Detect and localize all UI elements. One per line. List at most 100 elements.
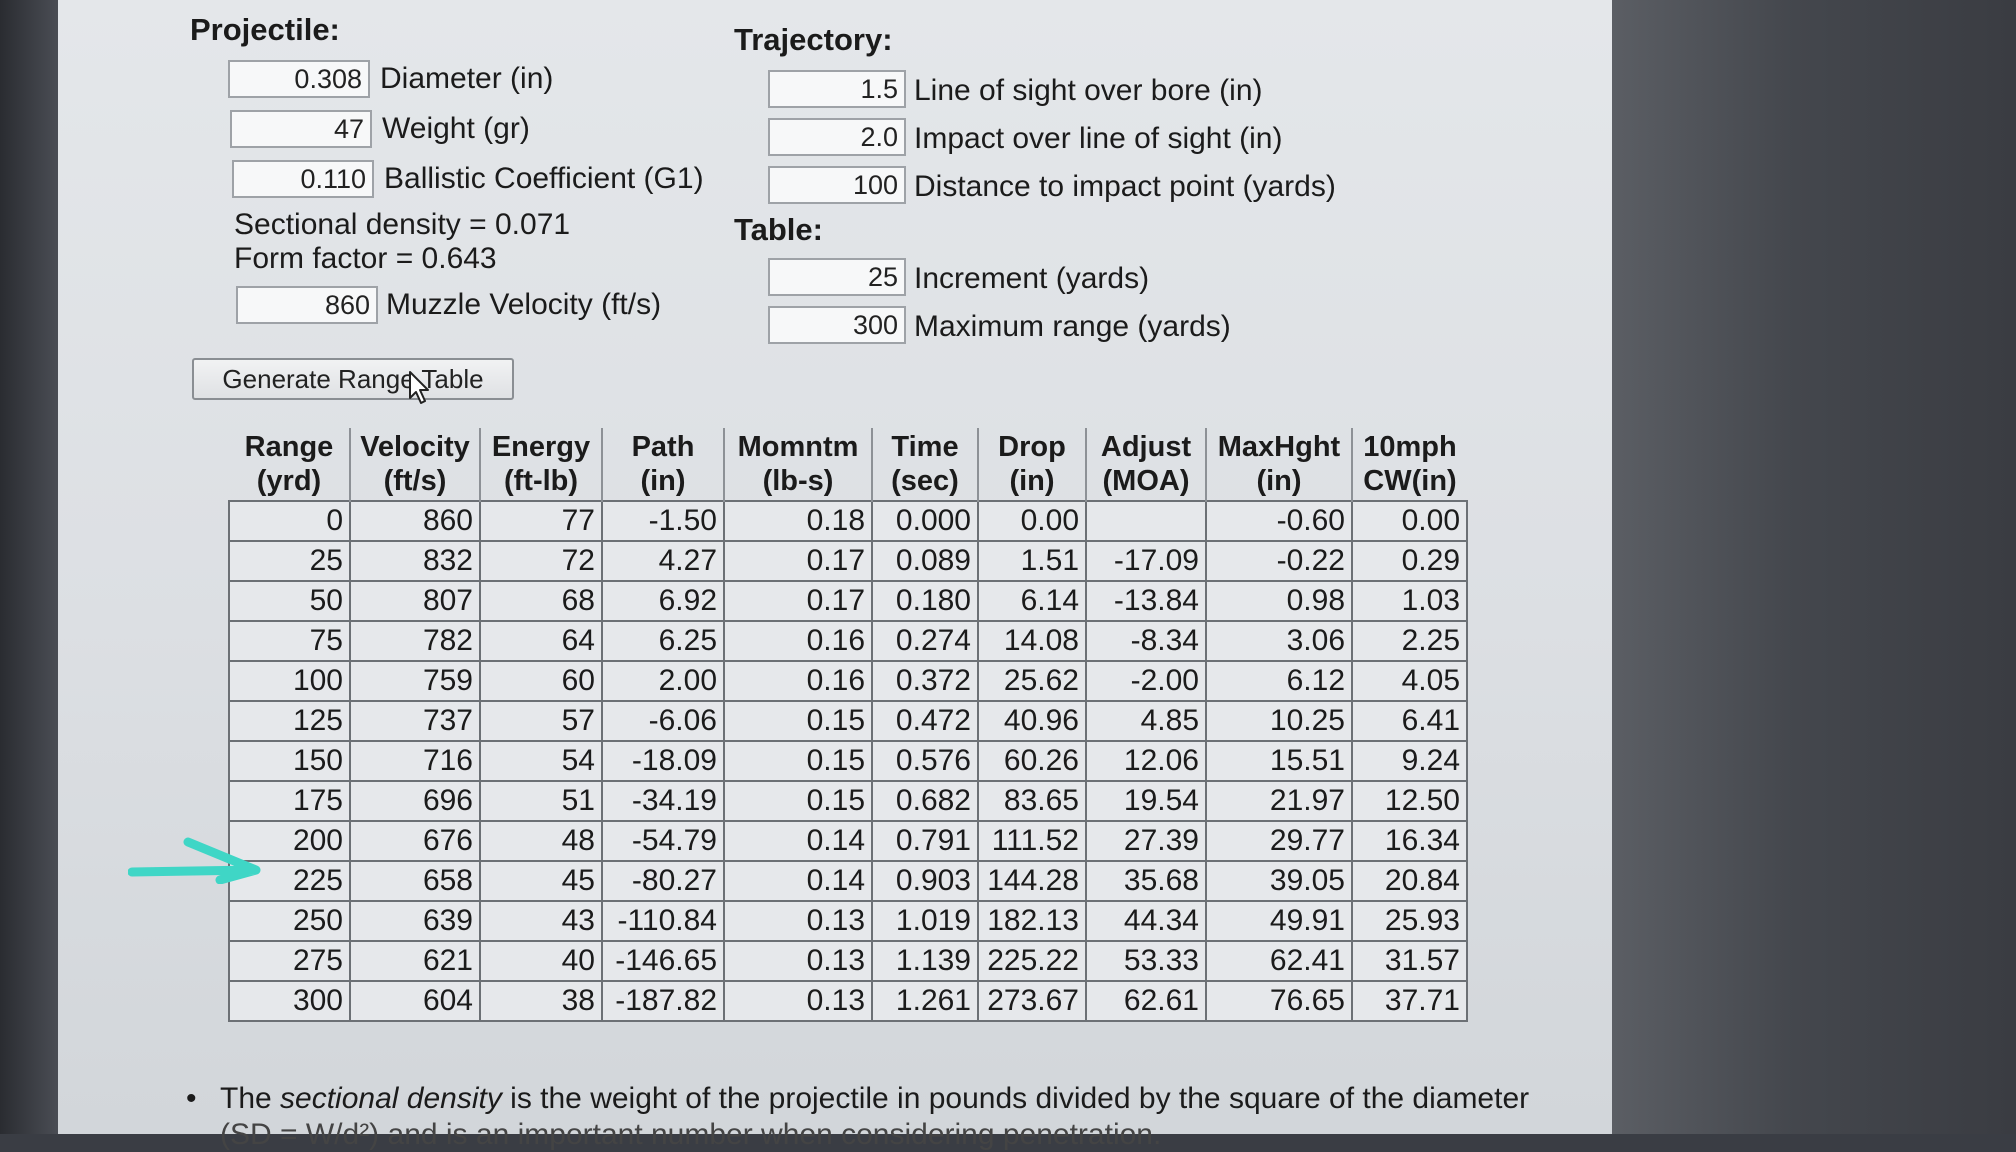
adjust-cell: 53.33 bbox=[1085, 940, 1207, 982]
arrow-annotation-icon bbox=[128, 837, 261, 884]
range-table: Range (yrd) Velocity (ft/s) Energy (ft-lb) … bbox=[228, 428, 1468, 1022]
table-row: 125 737 57 -6.06 0.15 0.472 40.96 4.85 10.25 6.41 bbox=[228, 700, 1468, 742]
path-cell: 6.25 bbox=[601, 620, 725, 662]
drop-cell: 14.08 bbox=[977, 620, 1087, 662]
energy-cell: 72 bbox=[479, 540, 603, 582]
sight-height-input[interactable]: 1.5 bbox=[768, 70, 906, 108]
drop-cell: 182.13 bbox=[977, 900, 1087, 942]
impact-input[interactable]: 2.0 bbox=[768, 118, 906, 156]
increment-input[interactable]: 25 bbox=[768, 258, 906, 296]
time-cell: 1.261 bbox=[871, 980, 979, 1022]
sectional-density-readout: Sectional density = 0.071 bbox=[234, 208, 571, 241]
max-height-cell: 76.65 bbox=[1205, 980, 1353, 1022]
generate-range-table-button[interactable]: Generate Range Table bbox=[192, 358, 514, 400]
time-cell: 0.180 bbox=[871, 580, 979, 622]
ballistic-coefficient-input[interactable]: 0.110 bbox=[232, 160, 374, 198]
energy-cell: 77 bbox=[479, 500, 603, 542]
adjust-cell: 44.34 bbox=[1085, 900, 1207, 942]
time-cell: 0.903 bbox=[871, 860, 979, 902]
max-height-cell: 49.91 bbox=[1205, 900, 1353, 942]
crosswind-cell: 1.03 bbox=[1351, 580, 1468, 622]
crosswind-cell: 0.29 bbox=[1351, 540, 1468, 582]
velocity-cell: 832 bbox=[349, 540, 481, 582]
drop-header: Drop (in) bbox=[977, 428, 1086, 501]
adjust-cell: 4.85 bbox=[1085, 700, 1207, 742]
path-cell: -6.06 bbox=[601, 700, 725, 742]
momentum-cell: 0.13 bbox=[723, 900, 873, 942]
table-heading: Table: bbox=[734, 212, 823, 247]
crosswind-cell: 12.50 bbox=[1351, 780, 1468, 822]
energy-cell: 64 bbox=[479, 620, 603, 662]
max-height-cell: 21.97 bbox=[1205, 780, 1353, 822]
sectional-density-note: • The sectional density is the weight of … bbox=[186, 1082, 1529, 1116]
crosswind-cell: 31.57 bbox=[1351, 940, 1468, 982]
muzzle-velocity-input[interactable]: 860 bbox=[236, 286, 378, 324]
time-cell: 0.372 bbox=[871, 660, 979, 702]
path-cell: -54.79 bbox=[601, 820, 725, 862]
bullet-point: • bbox=[186, 1082, 197, 1115]
table-row: 75 782 64 6.25 0.16 0.274 14.08 -8.34 3.06 2.25 bbox=[228, 620, 1468, 662]
max-height-cell: 3.06 bbox=[1205, 620, 1353, 662]
max-height-cell: 15.51 bbox=[1205, 740, 1353, 782]
path-header: Path (in) bbox=[601, 428, 724, 501]
range-cell: 150 bbox=[228, 740, 351, 782]
mouse-pointer-icon bbox=[409, 371, 429, 404]
adjust-cell: 62.61 bbox=[1085, 980, 1207, 1022]
max-range-input[interactable]: 300 bbox=[768, 306, 906, 344]
time-header: Time (sec) bbox=[871, 428, 978, 501]
adjust-cell: -8.34 bbox=[1085, 620, 1207, 662]
range-cell: 100 bbox=[228, 660, 351, 702]
range-cell: 25 bbox=[228, 540, 351, 582]
max-height-cell: 62.41 bbox=[1205, 940, 1353, 982]
drop-cell: 273.67 bbox=[977, 980, 1087, 1022]
path-cell: -1.50 bbox=[601, 500, 725, 542]
diameter-input[interactable]: 0.308 bbox=[228, 60, 370, 98]
energy-header: Energy (ft-lb) bbox=[479, 428, 602, 501]
table-row: 200 676 48 -54.79 0.14 0.791 111.52 27.39 29.77 1… bbox=[228, 820, 1468, 862]
crosswind-cell: 0.00 bbox=[1351, 500, 1468, 542]
monitor-bezel-left bbox=[0, 0, 58, 1134]
table-row: 275 621 40 -146.65 0.13 1.139 225.22 53.33 62.41… bbox=[228, 940, 1468, 982]
drop-cell: 111.52 bbox=[977, 820, 1087, 862]
velocity-header: Velocity (ft/s) bbox=[349, 428, 480, 501]
momentum-cell: 0.15 bbox=[723, 700, 873, 742]
drop-cell: 225.22 bbox=[977, 940, 1087, 982]
note-text-start: The bbox=[220, 1082, 281, 1115]
crosswind-cell: 20.84 bbox=[1351, 860, 1468, 902]
range-cell: 125 bbox=[228, 700, 351, 742]
range-cell: 275 bbox=[228, 940, 351, 982]
velocity-cell: 639 bbox=[349, 900, 481, 942]
diameter-label: Diameter (in) bbox=[380, 62, 554, 95]
projectile-heading: Projectile: bbox=[190, 12, 340, 47]
path-cell: -34.19 bbox=[601, 780, 725, 822]
impact-distance-input[interactable]: 100 bbox=[768, 166, 906, 204]
max-height-cell: 0.98 bbox=[1205, 580, 1353, 622]
crosswind-header: 10mph CW(in) bbox=[1351, 428, 1467, 501]
path-cell: 6.92 bbox=[601, 580, 725, 622]
range-cell: 0 bbox=[228, 500, 351, 542]
momentum-cell: 0.13 bbox=[723, 940, 873, 982]
momentum-cell: 0.17 bbox=[723, 540, 873, 582]
range-table-body: 0 860 77 -1.50 0.18 0.000 0.00 -0.60 0.00 25 832 72… bbox=[228, 500, 1468, 1022]
range-cell: 175 bbox=[228, 780, 351, 822]
velocity-cell: 716 bbox=[349, 740, 481, 782]
max-height-header: MaxHght (in) bbox=[1205, 428, 1352, 501]
drop-cell: 40.96 bbox=[977, 700, 1087, 742]
table-row: 150 716 54 -18.09 0.15 0.576 60.26 12.06 15.51 9.… bbox=[228, 740, 1468, 782]
energy-cell: 45 bbox=[479, 860, 603, 902]
velocity-cell: 782 bbox=[349, 620, 481, 662]
velocity-cell: 860 bbox=[349, 500, 481, 542]
range-table-header-row: Range (yrd) Velocity (ft/s) Energy (ft-lb) … bbox=[229, 428, 1467, 501]
max-height-cell: 39.05 bbox=[1205, 860, 1353, 902]
table-row: 300 604 38 -187.82 0.13 1.261 273.67 62.61 76.65… bbox=[228, 980, 1468, 1022]
table-row: 25 832 72 4.27 0.17 0.089 1.51 -17.09 -0.22 0.29 bbox=[228, 540, 1468, 582]
energy-cell: 43 bbox=[479, 900, 603, 942]
adjust-cell: -2.00 bbox=[1085, 660, 1207, 702]
weight-input[interactable]: 47 bbox=[230, 110, 372, 148]
time-cell: 0.791 bbox=[871, 820, 979, 862]
time-cell: 1.019 bbox=[871, 900, 979, 942]
time-cell: 0.576 bbox=[871, 740, 979, 782]
energy-cell: 60 bbox=[479, 660, 603, 702]
drop-cell: 1.51 bbox=[977, 540, 1087, 582]
table-row: 0 860 77 -1.50 0.18 0.000 0.00 -0.60 0.00 bbox=[228, 500, 1468, 542]
